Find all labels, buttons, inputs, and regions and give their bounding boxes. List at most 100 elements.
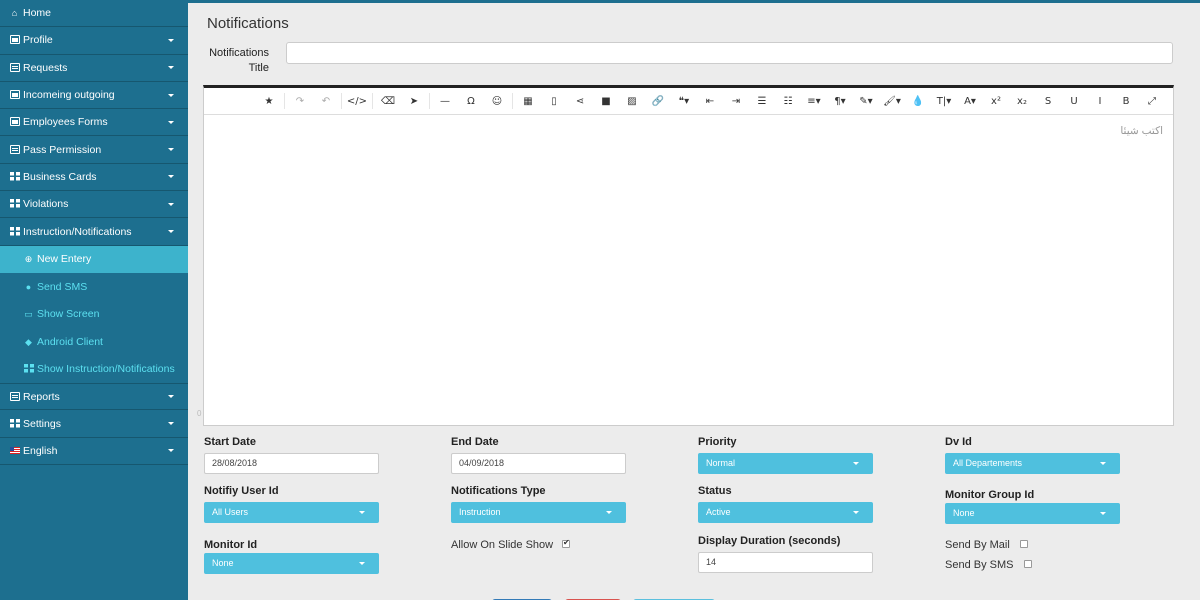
start-date-input[interactable]: 28/08/2018 <box>204 453 379 474</box>
table-icon[interactable]: ▦ <box>515 91 541 111</box>
quote-icon[interactable]: ❝▾ <box>671 91 697 111</box>
monitor-id-select[interactable]: None <box>204 553 379 574</box>
sidebar-item-settings[interactable]: Settings <box>0 410 188 438</box>
caret-down-icon <box>1100 512 1106 515</box>
video-icon[interactable]: ■ <box>593 91 619 111</box>
sidebar-subitem-label: Android Client <box>37 335 103 348</box>
brush-icon[interactable]: 🖌▾ <box>879 91 905 111</box>
sidebar-subitem-show-instruction-notifications[interactable]: Show Instruction/Notifications <box>0 355 188 384</box>
ink-drop-icon[interactable]: 💧 <box>905 91 931 111</box>
magic-wand-icon[interactable]: ✎▾ <box>853 91 879 111</box>
caret-down-icon <box>359 511 365 514</box>
sidebar-item-instruction-notifications[interactable]: Instruction/Notifications <box>0 218 188 246</box>
sidebar-item-business-cards[interactable]: Business Cards <box>0 164 188 192</box>
list-icon <box>9 62 20 73</box>
code-icon[interactable]: </> <box>344 91 370 111</box>
monitor-id-value: None <box>212 558 234 568</box>
sidebar-item-label: Violations <box>23 198 69 211</box>
toolbar-separator <box>512 93 513 109</box>
notifications-type-value: Instruction <box>459 507 501 517</box>
emoji-icon[interactable]: ☺ <box>484 91 510 111</box>
id-card-icon <box>9 144 20 155</box>
send-by-sms-checkbox[interactable] <box>1024 560 1032 568</box>
monitor-id-label: Monitor Id <box>204 539 258 551</box>
strikethrough-icon[interactable]: S <box>1035 91 1061 111</box>
ordered-list-icon[interactable]: ☷ <box>775 91 801 111</box>
list-icon <box>9 90 20 100</box>
toolbar-separator <box>284 93 285 109</box>
sidebar-item-reports[interactable]: Reports <box>0 383 188 411</box>
dv-id-select[interactable]: All Departements <box>945 453 1120 474</box>
unordered-list-icon[interactable]: ☰ <box>749 91 775 111</box>
sidebar-subitem-android-client[interactable]: ◆ Android Client <box>0 328 188 356</box>
sidebar-item-employees-forms[interactable]: Employees Forms <box>0 109 188 137</box>
resize-handle[interactable]: 0 <box>197 409 205 423</box>
notify-user-select[interactable]: All Users <box>204 502 379 523</box>
paragraph-icon[interactable]: ¶▾ <box>827 91 853 111</box>
grid-icon <box>9 418 20 429</box>
notifications-type-select[interactable]: Instruction <box>451 502 626 523</box>
notify-user-value: All Users <box>212 507 249 517</box>
undo-icon[interactable]: ↶ <box>313 91 339 111</box>
align-icon[interactable]: ≡▾ <box>801 91 827 111</box>
caret-down-icon <box>853 462 859 465</box>
font-color-icon[interactable]: A▾ <box>957 91 983 111</box>
label-line: Notifications <box>209 47 269 59</box>
sidebar-subitem-new-entery[interactable]: ⊕ New Entery <box>0 245 188 274</box>
sidebar-item-violations[interactable]: Violations <box>0 191 188 219</box>
end-date-input[interactable]: 04/09/2018 <box>451 453 626 474</box>
allow-slide-show-checkbox[interactable] <box>562 538 570 548</box>
eraser-icon[interactable]: ⌫ <box>375 91 401 111</box>
sidebar-item-pass-permission[interactable]: Pass Permission <box>0 136 188 164</box>
main-content: Notifications Notifications Title ★ ↷ ↶ </>… <box>188 0 1200 600</box>
font-size-icon[interactable]: T|▾ <box>931 91 957 111</box>
send-by-sms-label: Send By SMS <box>945 559 1014 571</box>
monitor-group-select[interactable]: None <box>945 503 1120 524</box>
sidebar-item-profile[interactable]: Profile <box>0 27 188 55</box>
underline-icon[interactable]: U <box>1061 91 1087 111</box>
editor-content-area[interactable]: اكتب شيئا <box>204 115 1173 425</box>
sidebar-item-home[interactable]: ⌂ Home <box>0 0 188 28</box>
omega-icon[interactable]: Ω <box>458 91 484 111</box>
caret-down-icon <box>1100 462 1106 465</box>
link-icon[interactable]: 🔗 <box>645 91 671 111</box>
sidebar-item-label: Requests <box>23 61 68 74</box>
sidebar-subitem-label: Show Instruction/Notifications <box>37 363 175 376</box>
notifications-title-input[interactable] <box>286 42 1173 64</box>
share-icon[interactable]: ⋖ <box>567 91 593 111</box>
caret-down-icon <box>168 38 174 42</box>
caret-down-icon <box>359 562 365 565</box>
sidebar-subitem-show-screen[interactable]: ▭ Show Screen <box>0 300 188 329</box>
horizontal-rule-icon[interactable]: — <box>432 91 458 111</box>
end-date-label: End Date <box>451 436 499 448</box>
subscript-icon[interactable]: x₂ <box>1009 91 1035 111</box>
star-icon[interactable]: ★ <box>256 91 282 111</box>
outdent-icon[interactable]: ⇤ <box>697 91 723 111</box>
notifications-title-label: Notifications Title <box>207 46 269 76</box>
sidebar-item-label: Profile <box>23 34 53 47</box>
bold-icon[interactable]: B <box>1113 91 1139 111</box>
sidebar-item-incomeing-outgoing[interactable]: Incomeing outgoing <box>0 82 188 110</box>
cursor-icon[interactable]: ➤ <box>401 91 427 111</box>
italic-icon[interactable]: I <box>1087 91 1113 111</box>
indent-icon[interactable]: ⇥ <box>723 91 749 111</box>
image-icon[interactable]: ▨ <box>619 91 645 111</box>
dv-id-label: Dv Id <box>945 436 972 448</box>
sidebar-item-english[interactable]: English <box>0 438 188 466</box>
file-icon[interactable]: ▯ <box>541 91 567 111</box>
priority-select[interactable]: Normal <box>698 453 873 474</box>
sidebar-item-requests[interactable]: Requests <box>0 55 188 82</box>
superscript-icon[interactable]: x² <box>983 91 1009 111</box>
caret-down-icon <box>168 230 174 234</box>
caret-down-icon <box>168 66 174 70</box>
caret-down-icon <box>168 422 174 426</box>
fullscreen-icon[interactable]: ⤢ <box>1139 91 1165 111</box>
redo-icon[interactable]: ↷ <box>287 91 313 111</box>
send-by-mail-label: Send By Mail <box>945 539 1010 551</box>
status-select[interactable]: Active <box>698 502 873 523</box>
sidebar-subitem-send-sms[interactable]: ● Send SMS <box>0 273 188 301</box>
plus-circle-icon: ⊕ <box>24 254 33 265</box>
display-duration-input[interactable]: 14 <box>698 552 873 573</box>
send-by-mail-checkbox[interactable] <box>1020 540 1028 548</box>
rich-text-editor: ★ ↷ ↶ </> ⌫ ➤ — Ω ☺ ▦ ▯ ⋖ ■ ▨ 🔗 ❝▾ ⇤ ⇥ ☰ ☷ ≡▾ ¶▾ ✎▾ 🖌▾ 💧 T|▾ A▾ x² x… <box>203 85 1174 426</box>
